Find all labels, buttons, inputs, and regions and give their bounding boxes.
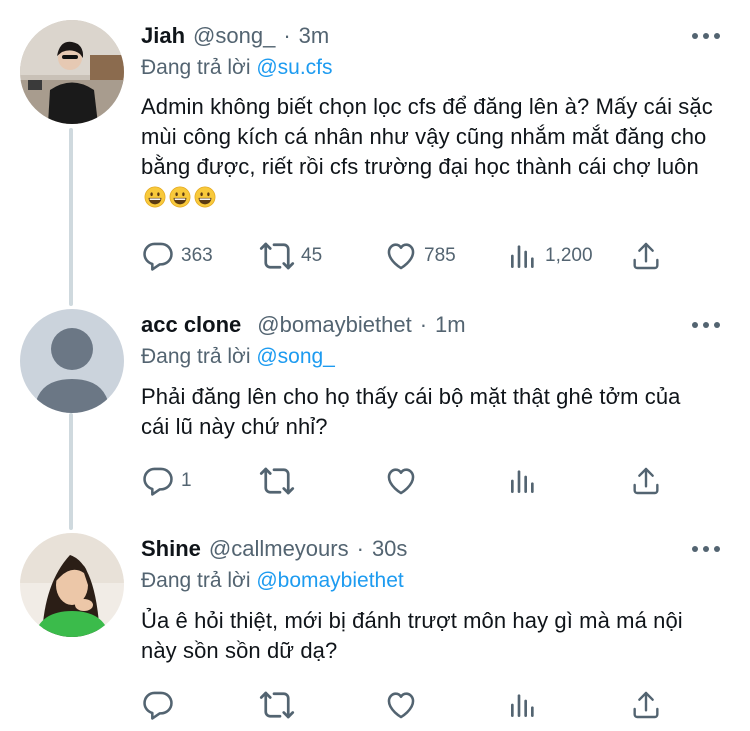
views-icon [507,689,539,721]
retweet-icon [259,687,295,723]
share-button[interactable] [630,685,662,725]
replying-mention[interactable]: @su.cfs [256,56,332,79]
views-count: 1,200 [545,245,593,266]
separator-dot: · [356,536,364,561]
tweet[interactable]: Jiah @song_ · 3m Đang trả lời @su.cfs Ad… [0,20,750,300]
separator-dot: · [419,312,428,337]
avatar[interactable] [20,533,124,637]
timestamp[interactable]: 1m [435,312,466,338]
tweet-text: Ủa ê hỏi thiệt, mới bị đánh trượt môn ha… [141,606,701,666]
more-icon[interactable] [692,26,720,46]
replying-label: Đang trả lời [141,345,251,368]
reply-count: 1 [181,470,192,491]
replying-to: Đang trả lời @bomaybiethet [141,569,404,593]
timestamp[interactable]: 3m [299,23,330,49]
grinning-face-emoji [169,186,191,208]
avatar[interactable] [20,20,124,124]
retweet-icon [259,463,295,499]
separator-dot: · [283,23,291,48]
tweet-text-content: Admin không biết chọn lọc cfs để đăng lê… [141,94,713,179]
user-handle[interactable]: @bomaybiethet [257,312,411,338]
views-button[interactable] [507,461,545,501]
display-name[interactable]: acc clone [141,312,241,338]
replying-label: Đang trả lời [141,56,251,79]
avatar[interactable] [20,309,124,413]
more-icon[interactable] [692,315,720,335]
retweet-button[interactable] [259,685,301,725]
tweet[interactable]: Shine @callmeyours · 30s Đang trả lời @b… [0,533,750,728]
grinning-face-emoji [144,186,166,208]
tweet-text-content: Ủa ê hỏi thiệt, mới bị đánh trượt môn ha… [141,608,683,663]
display-name[interactable]: Jiah [141,23,185,49]
share-icon [630,465,662,497]
replying-mention[interactable]: @song_ [256,345,335,368]
replying-to: Đang trả lời @song_ [141,345,335,369]
views-icon [507,465,539,497]
reply-icon [141,464,175,498]
more-icon[interactable] [692,539,720,559]
reply-count: 363 [181,245,213,266]
tweet[interactable]: acc clone @bomaybiethet · 1m Đang trả lờ… [0,309,750,514]
share-icon [630,689,662,721]
retweet-button[interactable] [259,461,301,501]
replying-label: Đang trả lời [141,569,251,592]
views-button[interactable] [507,685,545,725]
retweet-icon [259,238,295,274]
share-icon [630,240,662,272]
views-icon [507,240,539,272]
timestamp[interactable]: 30s [372,536,407,562]
replying-to: Đang trả lời @su.cfs [141,56,333,80]
retweet-button[interactable]: 45 [259,236,322,276]
action-bar: 363 45 785 1,200 [141,236,671,276]
like-button[interactable]: 785 [384,236,456,276]
like-icon [384,239,418,273]
tweet-text-content: Phải đăng lên cho họ thấy cái bộ mặt thậ… [141,384,681,439]
share-button[interactable] [630,461,662,501]
like-button[interactable] [384,685,424,725]
share-button[interactable] [630,236,662,276]
user-handle[interactable]: @callmeyours [209,536,349,562]
action-bar: 1 [141,461,671,501]
action-bar [141,685,671,725]
reply-icon [141,688,175,722]
reply-button[interactable] [141,685,181,725]
tweet-text: Admin không biết chọn lọc cfs để đăng lê… [141,92,721,212]
like-icon [384,464,418,498]
reply-button[interactable]: 1 [141,461,192,501]
like-count: 785 [424,245,456,266]
retweet-count: 45 [301,245,323,266]
like-icon [384,688,418,722]
display-name[interactable]: Shine [141,536,201,562]
reply-button[interactable]: 363 [141,236,213,276]
grinning-face-emoji [194,186,216,208]
reply-icon [141,239,175,273]
tweet-text: Phải đăng lên cho họ thấy cái bộ mặt thậ… [141,382,701,442]
views-button[interactable]: 1,200 [507,236,593,276]
like-button[interactable] [384,461,424,501]
user-handle[interactable]: @song_ [193,23,275,49]
replying-mention[interactable]: @bomaybiethet [256,569,403,592]
